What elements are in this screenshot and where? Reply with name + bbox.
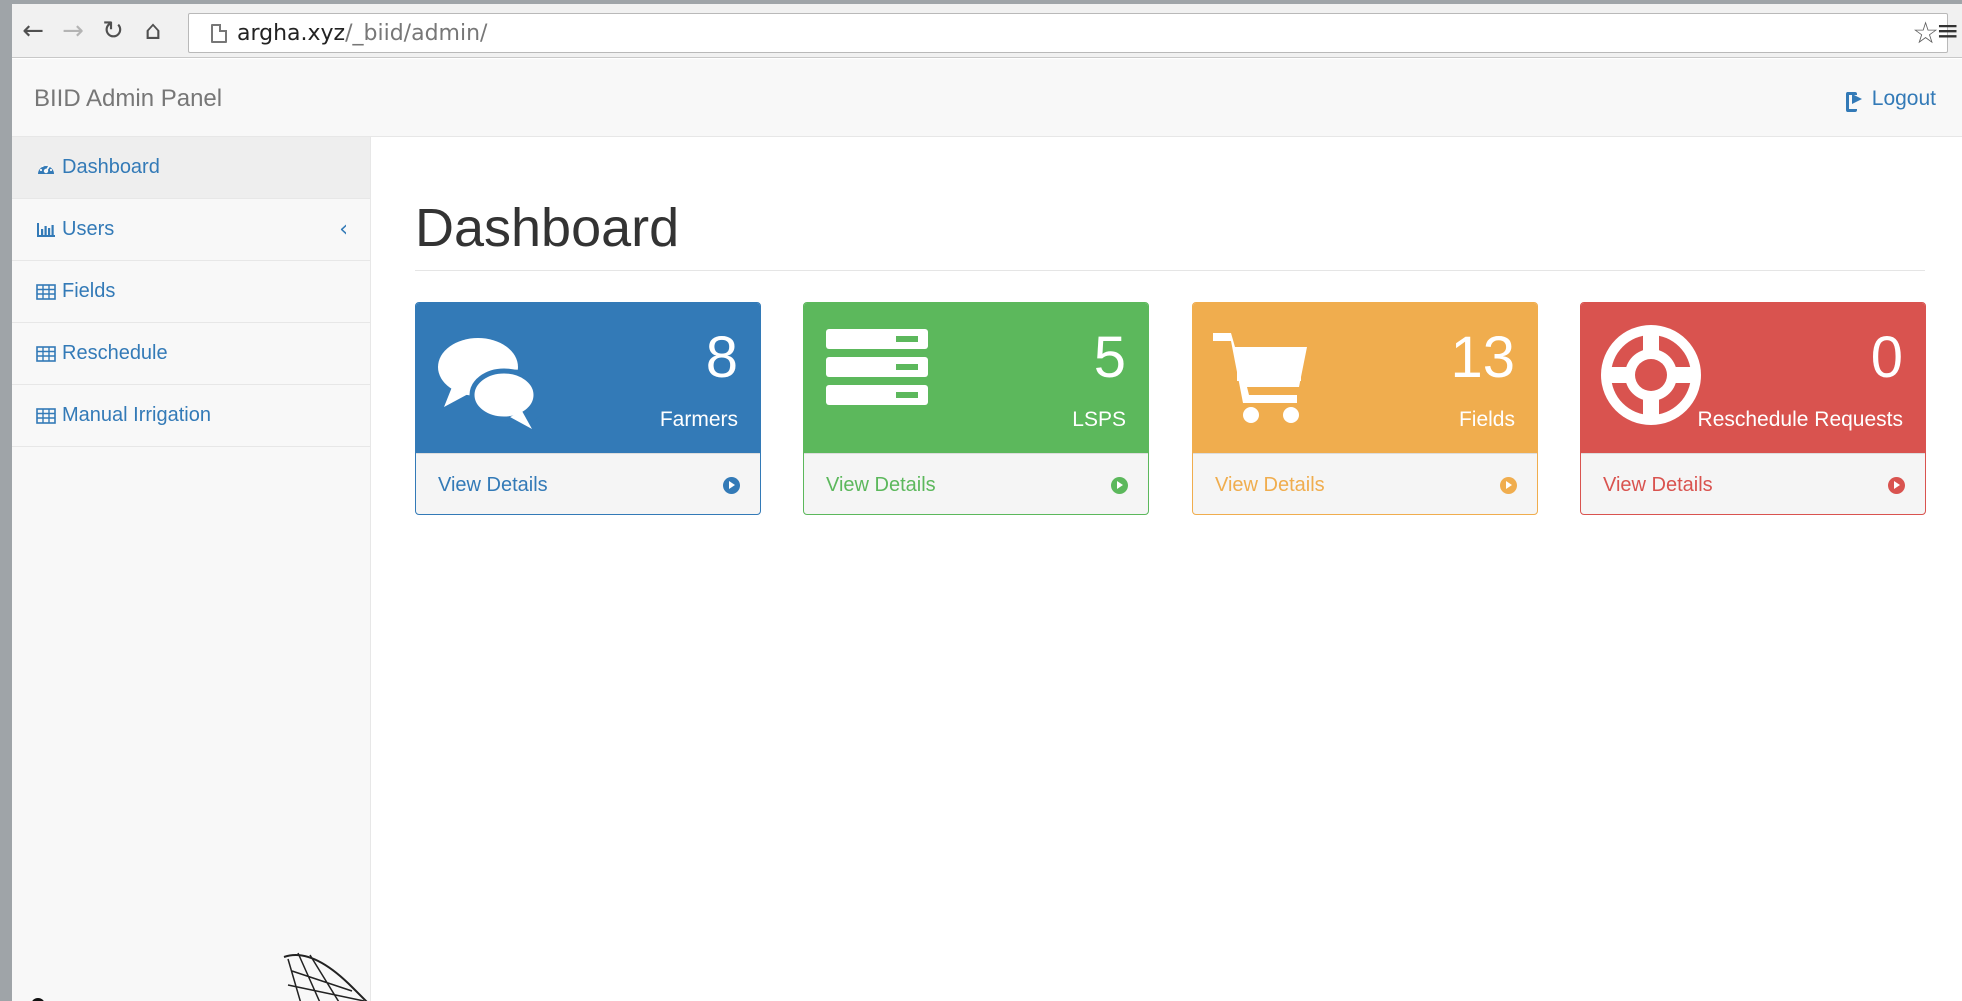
bookmark-star-icon[interactable]: ☆ <box>1912 16 1939 51</box>
home-icon[interactable]: ⌂ <box>136 14 170 48</box>
sidebar-item-label: Fields <box>62 280 116 302</box>
arrow-circle-right-icon <box>1888 476 1905 494</box>
sidebar-item-manual-irrigation[interactable]: Manual Irrigation <box>12 385 370 447</box>
sidebar-item-fields[interactable]: Fields <box>12 261 370 323</box>
sidebar-item-label: Reschedule <box>62 342 168 364</box>
panel-count: 13 <box>1450 325 1515 390</box>
panel-label: Reschedule Requests <box>1697 408 1903 431</box>
arrow-circle-right-icon <box>723 476 740 494</box>
panel-heading: 8 Farmers <box>416 303 760 453</box>
sidebar-item-users[interactable]: Users ‹ <box>12 199 370 261</box>
sign-out-icon <box>1845 92 1862 112</box>
browser-menu-icon[interactable]: ≡ <box>1936 14 1962 48</box>
sidebar-item-dashboard[interactable]: Dashboard <box>12 137 370 199</box>
main-content: Dashboard 8 Farmers View Details 5 LSPS … <box>415 137 1926 1001</box>
browser-toolbar: ← → ↻ ⌂ argha.xyz/_biid/admin/ ☆ ≡ <box>12 4 1962 58</box>
brand-title[interactable]: BIID Admin Panel <box>34 85 222 113</box>
logout-label: Logout <box>1871 87 1936 110</box>
table-icon <box>36 345 56 362</box>
url-path: /_biid/admin/ <box>345 21 488 46</box>
panel-label: Fields <box>1458 408 1515 431</box>
view-details-label: View Details <box>1215 473 1325 496</box>
title-divider <box>415 270 1925 271</box>
sidebar-item-label: Dashboard <box>62 156 160 178</box>
panel-count: 8 <box>705 325 738 390</box>
table-icon <box>36 283 56 300</box>
view-details-link[interactable]: View Details <box>416 453 760 514</box>
sidebar-item-label: Users <box>62 218 115 240</box>
panel-label: Farmers <box>659 408 738 431</box>
panel-label: LSPS <box>1072 408 1126 431</box>
back-icon[interactable]: ← <box>16 14 50 48</box>
reload-icon[interactable]: ↻ <box>96 14 130 48</box>
page-title: Dashboard <box>415 198 680 258</box>
logout-link[interactable]: Logout <box>1845 87 1936 112</box>
table-icon <box>36 407 56 424</box>
stat-panel-farmers: 8 Farmers View Details <box>415 302 761 515</box>
arrow-circle-right-icon <box>1111 476 1128 494</box>
life-ring-icon <box>1601 325 1701 425</box>
panel-heading: 13 Fields <box>1193 303 1537 453</box>
chevron-left-icon[interactable]: ‹ <box>339 217 348 242</box>
url-text: argha.xyz/_biid/admin/ <box>237 21 487 46</box>
address-bar[interactable]: argha.xyz/_biid/admin/ ☆ <box>188 13 1948 53</box>
url-host: argha.xyz <box>237 21 346 46</box>
view-details-label: View Details <box>438 473 548 496</box>
view-details-label: View Details <box>1603 473 1713 496</box>
server-icon <box>826 329 928 405</box>
panel-heading: 5 LSPS <box>804 303 1148 453</box>
view-details-link[interactable]: View Details <box>1581 453 1925 514</box>
view-details-link[interactable]: View Details <box>1193 453 1537 514</box>
stat-panel-fields: 13 Fields View Details <box>1192 302 1538 515</box>
shopping-cart-icon <box>1213 333 1307 423</box>
page-icon <box>211 24 227 43</box>
dashboard-icon <box>38 162 54 174</box>
panel-heading: 0 Reschedule Requests <box>1581 303 1925 453</box>
view-details-link[interactable]: View Details <box>804 453 1148 514</box>
view-details-label: View Details <box>826 473 936 496</box>
sidebar-decoration-sketch <box>32 952 368 1001</box>
sidebar-item-label: Manual Irrigation <box>62 404 211 426</box>
panel-count: 5 <box>1093 325 1126 390</box>
forward-icon[interactable]: → <box>56 14 90 48</box>
stat-panel-lsps: 5 LSPS View Details <box>803 302 1149 515</box>
stat-panel-reschedule-requests: 0 Reschedule Requests View Details <box>1580 302 1926 515</box>
arrow-circle-right-icon <box>1500 476 1517 494</box>
top-navbar: BIID Admin Panel Logout <box>12 59 1962 137</box>
sidebar: Dashboard Users ‹ Fields Reschedule Manu… <box>12 137 371 1001</box>
sidebar-item-reschedule[interactable]: Reschedule <box>12 323 370 385</box>
panel-count: 0 <box>1870 325 1903 390</box>
comments-icon <box>438 338 544 429</box>
bar-chart-icon <box>37 222 55 237</box>
